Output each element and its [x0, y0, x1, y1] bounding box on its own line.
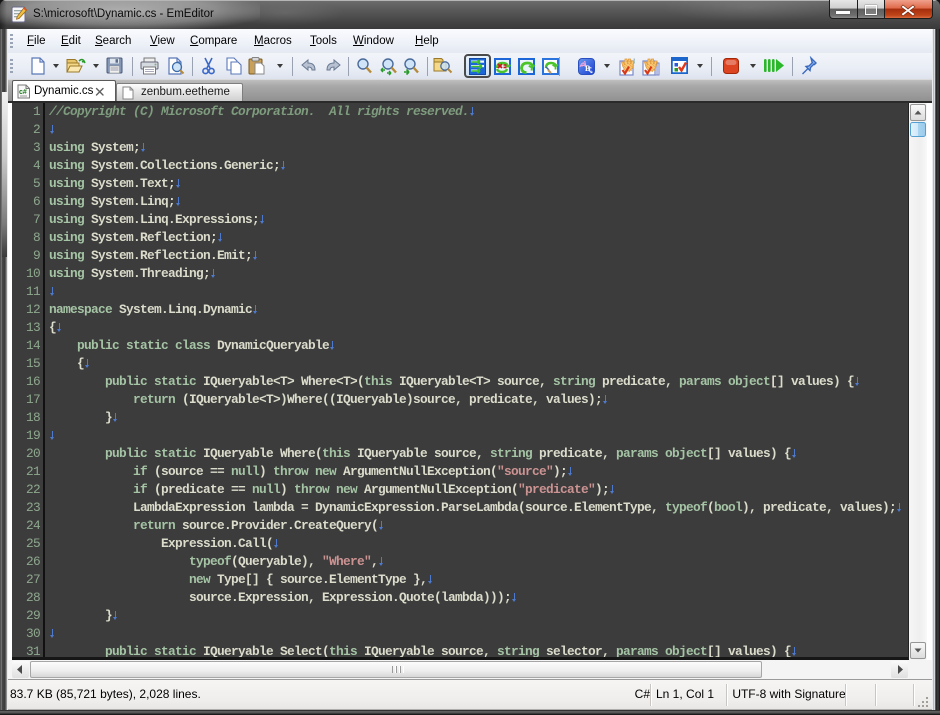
svg-text:c#: c# [19, 89, 27, 96]
